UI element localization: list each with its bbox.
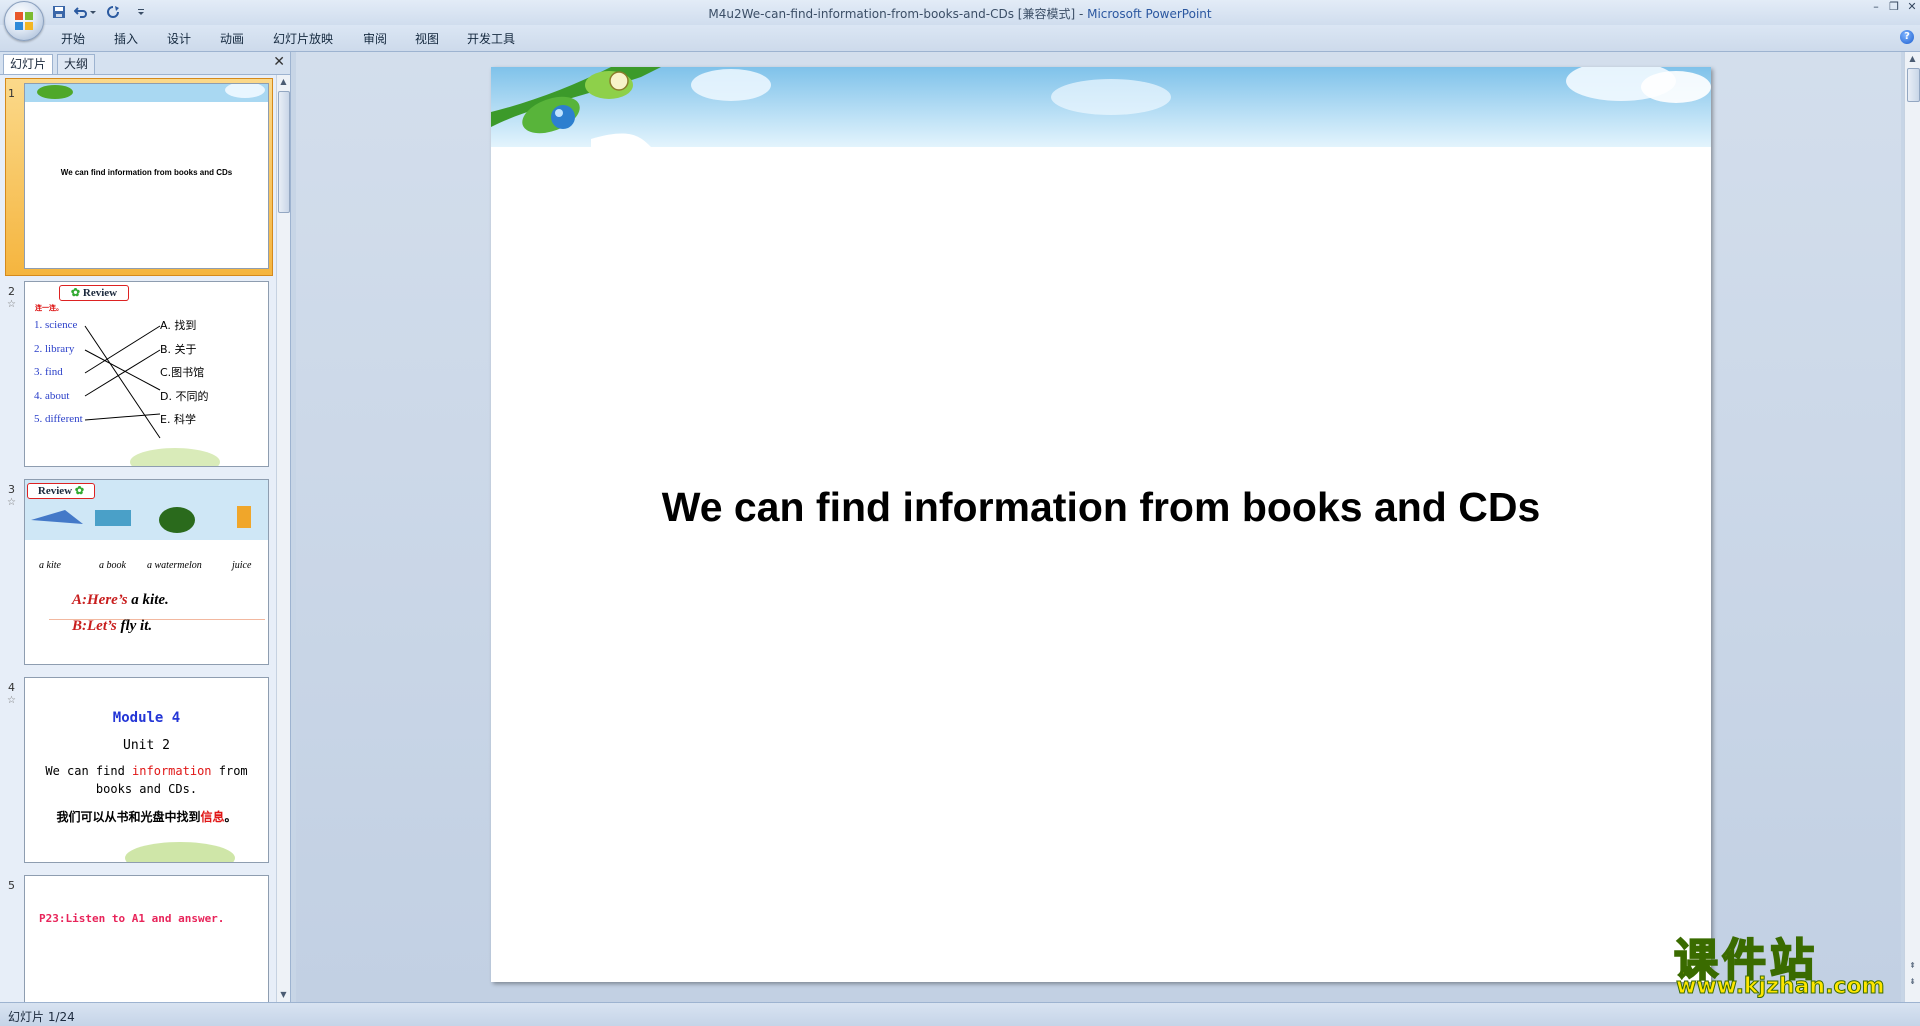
animation-star-icon: ☆ — [7, 497, 16, 508]
tab-review[interactable]: 审阅 — [363, 30, 387, 47]
scroll-thumb[interactable] — [1907, 68, 1920, 102]
unit-heading: Unit 2 — [123, 738, 170, 753]
office-logo-icon — [15, 12, 33, 30]
pane-scrollbar[interactable]: ▲ ▼ — [276, 75, 290, 1002]
thumbnail-image: We can find information from books and C… — [24, 83, 269, 269]
dialogue-line-b: B:Let’s fly it. — [72, 618, 152, 635]
tab-design[interactable]: 设计 — [167, 30, 191, 47]
scroll-thumb[interactable] — [278, 91, 290, 213]
thumbnail-image: Module 4 Unit 2 We can find information … — [24, 677, 269, 863]
flower-icon: ✿ — [72, 485, 85, 497]
grass-decoration — [125, 842, 235, 862]
restore-icon[interactable]: ❐ — [1884, 1, 1904, 15]
thumbnail-slide-5[interactable]: 5 P23:Listen to A1 and answer. — [0, 875, 274, 1002]
tab-home[interactable]: 开始 — [61, 30, 85, 47]
slide-number: 4 — [8, 681, 15, 694]
sky-banner-image — [25, 84, 268, 102]
help-icon[interactable]: ? — [1900, 30, 1914, 44]
window-title: M4u2We-can-find-information-from-books-a… — [0, 5, 1920, 22]
close-icon[interactable]: ✕ — [1902, 1, 1920, 15]
app-name: Microsoft PowerPoint — [1087, 7, 1212, 21]
animation-star-icon: ☆ — [7, 299, 16, 310]
thumbnail-slide-2[interactable]: 2 ☆ ✿ Review 连一连。 1. science 2. library … — [0, 281, 274, 475]
review-badge: Review ✿ — [27, 483, 95, 499]
watermark-logo: 课件站 www.kjzhan.com — [1668, 924, 1902, 1000]
line1-start: We can find — [45, 764, 133, 778]
line-b-text: fly it. — [116, 618, 153, 634]
line1-end: from — [211, 764, 248, 778]
thumbnail-slide-3[interactable]: 3 ☆ Review ✿ a kite a book a watermelon … — [0, 479, 274, 673]
cn-end: 。 — [224, 810, 237, 824]
tab-view[interactable]: 视图 — [415, 30, 439, 47]
title-bar: M4u2We-can-find-information-from-books-a… — [0, 0, 1920, 41]
slide-title[interactable]: We can find information from books and C… — [491, 484, 1711, 531]
office-button[interactable] — [4, 1, 44, 41]
tab-developer[interactable]: 开发工具 — [467, 30, 515, 47]
previous-slide-icon[interactable]: ⇞ — [1907, 960, 1918, 972]
animation-star-icon: ☆ — [7, 695, 16, 706]
tab-insert[interactable]: 插入 — [114, 30, 138, 47]
caption-watermelon: a watermelon — [147, 560, 202, 571]
slide-number: 1 — [8, 87, 15, 100]
cn-highlight: 信息 — [200, 810, 225, 824]
slide-editor: We can find information from books and C… — [296, 52, 1901, 1002]
tab-slides[interactable]: 幻灯片 — [3, 54, 54, 74]
next-slide-icon[interactable]: ⇟ — [1907, 976, 1918, 988]
line1-highlight: information — [132, 764, 212, 778]
task-instruction: P23:Listen to A1 and answer. — [39, 912, 225, 925]
caption-kite: a kite — [39, 560, 61, 571]
thumbnail-slide-4[interactable]: 4 ☆ Module 4 Unit 2 We can find informat… — [0, 677, 274, 871]
module-heading: Module 4 — [112, 710, 181, 726]
scroll-up-icon[interactable]: ▲ — [278, 76, 289, 88]
thumbnail-image: Review ✿ a kite a book a watermelon juic… — [24, 479, 269, 665]
sky-banner-image — [491, 67, 1711, 147]
cn-start: 我们可以从书和光盘中找到 — [56, 810, 201, 824]
minimize-icon[interactable]: – — [1866, 1, 1886, 15]
speaker-a: A:Here’s — [72, 592, 128, 608]
lesson-title-line2: books and CDs. — [95, 782, 198, 796]
slides-pane: 幻灯片 大纲 ✕ 1 We can find information from … — [0, 52, 291, 1002]
tab-outline[interactable]: 大纲 — [57, 54, 96, 74]
speaker-b: B:Let’s — [72, 618, 117, 634]
thumbnail-image: P23:Listen to A1 and answer. — [24, 875, 269, 1002]
line-a-text: a kite. — [127, 592, 169, 608]
chinese-title: 我们可以从书和光盘中找到信息。 — [25, 808, 268, 825]
scroll-up-icon[interactable]: ▲ — [1907, 53, 1918, 65]
caption-juice: juice — [232, 560, 252, 571]
slide-thumbnails: 1 We can find information from books and… — [0, 75, 274, 1002]
flower-decoration — [165, 976, 265, 1002]
caption-book: a book — [99, 560, 126, 571]
document-name: M4u2We-can-find-information-from-books-a… — [708, 7, 1076, 21]
pane-tab-strip: 幻灯片 大纲 ✕ — [0, 52, 290, 75]
slide-counter: 幻灯片 1/24 — [8, 1010, 75, 1024]
status-bar: 幻灯片 1/24 — [0, 1002, 1920, 1026]
watermark-url: www.kjzhan.com — [1676, 974, 1886, 1000]
dialogue-line-a: A:Here’s a kite. — [72, 592, 169, 609]
slide-number: 5 — [8, 879, 15, 892]
title-separator: - — [1075, 7, 1088, 21]
review-label: Review — [37, 485, 73, 497]
ribbon-tabs: 开始 插入 设计 动画 幻灯片放映 审阅 视图 开发工具 ? — [0, 25, 1920, 52]
editor-scrollbar[interactable]: ▲ ⇞ ⇟ — [1904, 52, 1920, 1002]
tab-slideshow[interactable]: 幻灯片放映 — [273, 30, 333, 47]
slide-number: 2 — [8, 285, 15, 298]
slide-number: 3 — [8, 483, 15, 496]
matching-lines — [84, 325, 220, 466]
tab-animations[interactable]: 动画 — [220, 30, 244, 47]
current-slide[interactable]: We can find information from books and C… — [491, 67, 1711, 982]
lesson-title-line1: We can find information from — [25, 764, 268, 778]
close-pane-icon[interactable]: ✕ — [273, 54, 285, 70]
scroll-down-icon[interactable]: ▼ — [278, 989, 289, 1001]
thumbnail-image: ✿ Review 连一连。 1. science 2. library 3. f… — [24, 281, 269, 467]
thumbnail-slide-1[interactable]: 1 We can find information from books and… — [0, 78, 274, 277]
thumbnail-title: We can find information from books and C… — [60, 168, 233, 177]
